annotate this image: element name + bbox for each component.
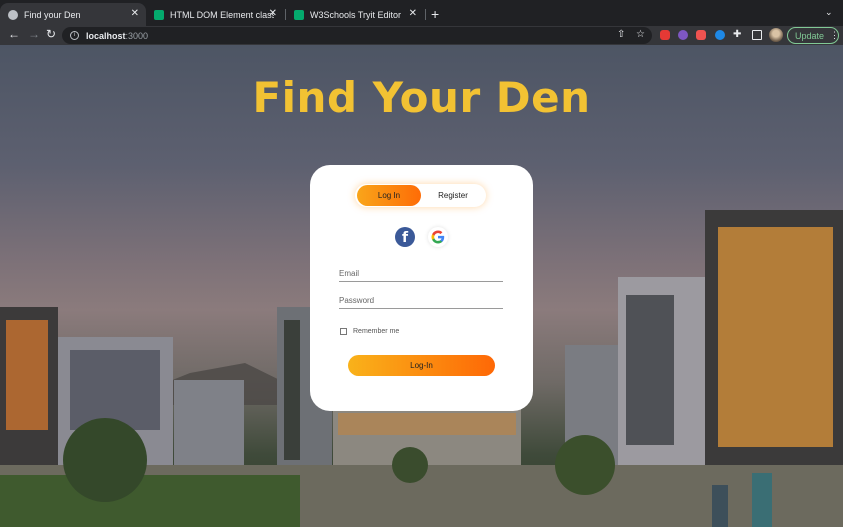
update-button[interactable]: Update ⋮ [787,27,839,44]
browser-toolbar: ← → ↻ i localhost:3000 ⇧ ☆ ✚ Update ⋮ [0,26,843,45]
share-icon[interactable]: ⇧ [617,29,625,40]
page-title: Find Your Den [252,73,591,122]
facebook-icon[interactable]: f [395,227,415,247]
close-tab-icon[interactable]: ✕ [131,8,139,19]
close-tab-icon[interactable]: ✕ [269,8,277,19]
forward-arrow-icon[interactable]: → [28,27,40,41]
url-port: :3000 [125,30,149,41]
w3schools-icon [294,9,304,20]
tab-title: W3Schools Tryit Editor [310,9,402,20]
extension-icon[interactable] [660,30,670,40]
close-tab-icon[interactable]: ✕ [409,8,417,19]
tab-w3schools-tryit[interactable]: W3Schools Tryit Editor ✕ [286,3,424,26]
tab-search-chevron-icon[interactable]: ⌄ [825,7,833,18]
auth-mode-switch: Log In Register [355,184,486,207]
login-submit-button[interactable]: Log-In [348,355,495,376]
update-label: Update [795,30,825,41]
puzzle-extensions-icon[interactable]: ✚ [733,29,741,40]
address-bar[interactable]: i localhost:3000 [62,27,652,44]
email-input[interactable] [339,266,503,281]
tab-register[interactable]: Register [423,185,483,206]
password-field[interactable] [339,293,503,309]
tab-html-dom-classlist[interactable]: HTML DOM Element classList ✕ [146,3,284,26]
page-viewport: Find Your Den Log In Register f Remember… [0,45,843,527]
extension-icon[interactable] [696,30,706,40]
extension-icon[interactable] [715,30,725,40]
reload-icon[interactable]: ↻ [46,27,56,41]
site-info-icon[interactable]: i [70,31,79,40]
tab-separator [425,9,426,20]
email-field[interactable] [339,266,503,282]
url-host: localhost [86,30,126,41]
tab-find-your-den[interactable]: Find your Den ✕ [0,3,146,26]
extension-icon[interactable] [678,30,688,40]
remember-me-label: Remember me [353,328,400,335]
password-input[interactable] [339,293,503,308]
bookmark-star-icon[interactable]: ☆ [636,29,645,40]
more-menu-icon[interactable]: ⋮ [830,30,839,41]
tab-title: Find your Den [24,9,81,20]
tab-login[interactable]: Log In [357,185,421,206]
browser-tab-strip: Find your Den ✕ HTML DOM Element classLi… [0,0,843,26]
profile-avatar[interactable] [769,28,783,42]
new-tab-icon[interactable]: + [431,6,439,22]
auth-card: Log In Register f Remember me Log-In [310,165,533,411]
tab-title: HTML DOM Element classList [170,9,274,20]
google-icon[interactable] [428,227,448,247]
back-arrow-icon[interactable]: ← [8,27,20,41]
remember-me-checkbox[interactable] [340,328,347,335]
w3schools-icon [154,9,164,20]
globe-icon [8,9,18,20]
remember-me-row: Remember me [340,328,399,335]
side-panel-icon[interactable] [752,30,762,40]
